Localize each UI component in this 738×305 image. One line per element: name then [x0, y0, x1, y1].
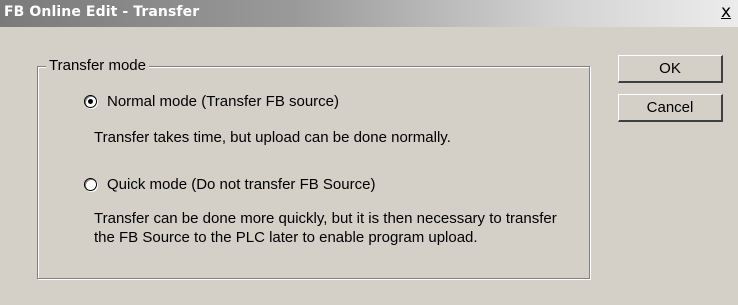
fb-online-edit-transfer-dialog: FB Online Edit - Transfer x Transfer mod… — [0, 0, 738, 305]
quick-mode-radio-option[interactable]: Quick mode (Do not transfer FB Source) — [84, 176, 375, 193]
quick-mode-description-line-1: Transfer can be done more quickly, but i… — [94, 210, 557, 227]
quick-mode-label: Quick mode (Do not transfer FB Source) — [107, 176, 376, 193]
normal-mode-radio-option[interactable]: Normal mode (Transfer FB source) — [84, 93, 339, 110]
quick-mode-description-line-2: the FB Source to the PLC later to enable… — [94, 229, 478, 246]
window-title: FB Online Edit - Transfer — [4, 4, 200, 20]
ok-button[interactable]: OK — [618, 55, 723, 83]
transfer-mode-legend: Transfer mode — [46, 57, 149, 74]
normal-mode-radio[interactable] — [84, 95, 97, 108]
close-icon[interactable]: x — [715, 1, 737, 23]
quick-mode-radio[interactable] — [84, 178, 97, 191]
cancel-button[interactable]: Cancel — [618, 94, 723, 122]
normal-mode-label: Normal mode (Transfer FB source) — [107, 93, 340, 110]
normal-mode-description: Transfer takes time, but upload can be d… — [94, 129, 451, 146]
title-bar: FB Online Edit - Transfer x — [0, 0, 738, 27]
